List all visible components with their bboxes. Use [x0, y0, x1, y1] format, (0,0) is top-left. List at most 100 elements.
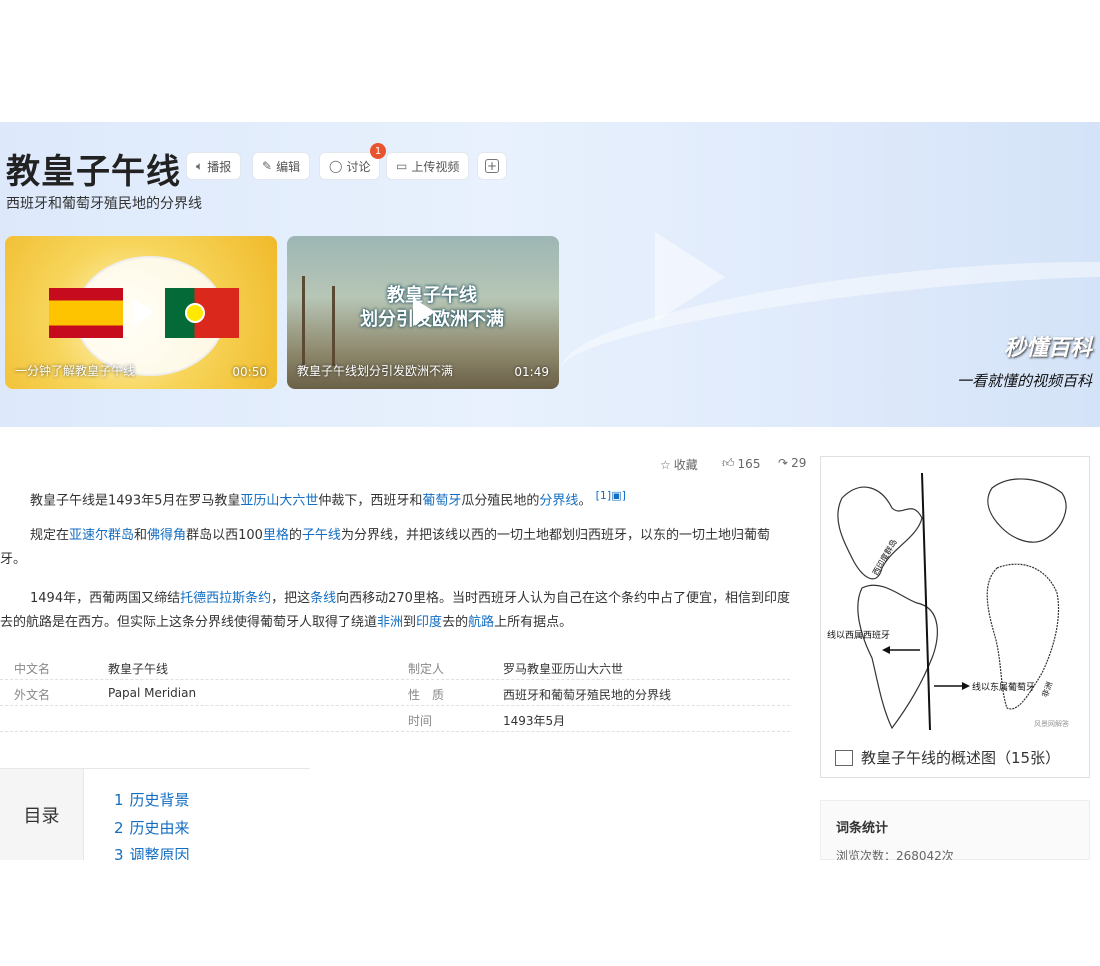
discuss-badge: 1: [370, 143, 386, 159]
link-azores[interactable]: 亚速尔群岛: [69, 528, 134, 543]
edit-button[interactable]: ✎ 编辑: [252, 152, 311, 180]
infobox-key: 性 质: [408, 688, 445, 702]
link-meridian[interactable]: 子午线: [302, 528, 341, 543]
page-subtitle: 西班牙和葡萄牙殖民地的分界线: [6, 196, 202, 212]
portugal-flag: [165, 288, 239, 338]
link-route[interactable]: 航路: [468, 615, 494, 630]
share-icon: ↷: [778, 456, 789, 470]
infobox-row: 中文名 教皇子午线 制定人 罗马教皇亚历山大六世: [0, 654, 790, 680]
map-label-east: 线以东属葡萄牙: [972, 681, 1035, 693]
toc-number: 1: [114, 791, 124, 809]
map-image: 线以西属西班牙 线以东属葡萄牙 西印度群岛 非洲 风景网解答: [822, 458, 1088, 736]
infobox-value: Papal Meridian: [108, 686, 197, 700]
like-count: 165: [737, 456, 761, 471]
link-africa[interactable]: 非洲: [377, 615, 403, 630]
infobox-row: 时间 1493年5月: [0, 706, 790, 732]
upload-video-button[interactable]: ▭ 上传视频: [386, 152, 470, 180]
infobox-key: 制定人: [408, 662, 445, 676]
video-caption: 一分钟了解教皇子午线: [15, 364, 136, 378]
text: ，把这: [271, 591, 311, 606]
album-card[interactable]: 线以西属西班牙 线以东属葡萄牙 西印度群岛 非洲 风景网解答 教皇子午线的概述图…: [820, 456, 1090, 778]
brand-slogan: 一看就懂的视频百科: [956, 372, 1092, 390]
link-league[interactable]: 里格: [263, 528, 289, 543]
link-cape-verde[interactable]: 佛得角: [147, 528, 186, 543]
text: 仲裁下，西班牙和: [318, 493, 423, 509]
video-duration: 01:49: [514, 365, 549, 379]
infobox-row: 外文名 Papal Meridian 性 质 西班牙和葡萄牙殖民地的分界线: [0, 680, 790, 706]
reference-number: [1]: [595, 489, 612, 502]
infobox-key: 时间: [408, 714, 433, 728]
west-arrowhead: [882, 646, 890, 654]
banner-triangle: [655, 232, 725, 322]
add-button[interactable]: +: [477, 152, 507, 180]
spain-flag: [49, 288, 123, 338]
map-label-indies: 西印度群岛: [870, 537, 899, 577]
paragraph-2: 规定在亚速尔群岛和佛得角群岛以西100里格的子午线为分界线，并把该线以西的一切土…: [0, 524, 790, 572]
text: 群岛以西100: [186, 528, 263, 543]
text: 。: [578, 493, 592, 509]
link-boundary[interactable]: 分界线: [539, 493, 578, 508]
broadcast-label: 播报: [207, 159, 232, 174]
upload-video-label: 上传视频: [411, 159, 460, 174]
toc-label: 目录: [0, 769, 84, 861]
text: 瓜分殖民地的: [461, 493, 540, 509]
link-alexander-vi[interactable]: 亚历山大六世: [240, 493, 318, 508]
gallery-icon: [835, 749, 853, 766]
link-tordesillas[interactable]: 托德西拉斯条约: [180, 591, 271, 606]
table-of-contents: 目录 1 历史背景 2 历史由来 3 调整原因: [0, 768, 310, 864]
like-action[interactable]: 👍︎ 165: [722, 456, 760, 471]
video-caption: 教皇子午线划分引发欧洲不满: [297, 364, 454, 378]
play-icon[interactable]: [133, 298, 155, 326]
infobox-key: 中文名: [14, 662, 51, 676]
share-action[interactable]: ↷ 29: [778, 456, 806, 470]
image-icon: ▣: [611, 489, 622, 502]
toc-text: 历史由来: [129, 819, 190, 837]
share-count: 29: [791, 456, 807, 470]
text: 和: [134, 528, 148, 543]
album-caption[interactable]: 教皇子午线的概述图（15张）: [835, 747, 1060, 768]
ship-mast: [332, 286, 335, 366]
paragraph-1: 教皇子午线是1493年5月在罗马教皇亚历山大六世仲裁下，西班牙和葡萄牙瓜分殖民地…: [0, 484, 790, 513]
map-label-africa: 非洲: [1039, 680, 1054, 698]
chat-icon: ◯: [329, 159, 343, 173]
video-card-2[interactable]: 教皇子午线 划分引发欧洲不满 教皇子午线划分引发欧洲不满 01:49: [287, 236, 559, 389]
toc-item-2[interactable]: 2 历史由来: [114, 817, 190, 838]
page-title: 教皇子午线: [6, 152, 181, 192]
map-watermark: 风景网解答: [1034, 719, 1069, 728]
link-india[interactable]: 印度: [416, 615, 442, 630]
infobox-value: 教皇子午线: [108, 662, 169, 676]
toc-item-1[interactable]: 1 历史背景: [114, 789, 190, 810]
text: 教皇子午线是1493年5月在罗马教皇: [30, 493, 241, 509]
stats-title: 词条统计: [836, 821, 889, 836]
infobox-key: 外文名: [14, 688, 51, 702]
speaker-icon: 🔈︎: [196, 158, 204, 173]
edit-label: 编辑: [276, 159, 301, 174]
star-icon: ☆: [660, 457, 671, 472]
broadcast-button[interactable]: 🔈︎ 播报: [186, 152, 242, 180]
east-arrowhead: [962, 682, 970, 690]
play-icon[interactable]: [413, 298, 435, 326]
meridian-line: [921, 472, 931, 731]
text: 的: [288, 528, 302, 543]
text: 到: [403, 615, 417, 630]
link-portugal[interactable]: 葡萄牙: [422, 493, 461, 508]
thumbs-up-icon: 👍︎: [722, 456, 735, 470]
link-line[interactable]: 条线: [310, 591, 336, 606]
paragraph-3: 1494年，西葡两国又缔结托德西拉斯条约，把这条线向西移动270里格。当时西班牙…: [0, 587, 790, 635]
map-drawing: 线以西属西班牙 线以东属葡萄牙 西印度群岛 非洲 风景网解答: [827, 472, 1069, 731]
text: 1494年，西葡两国又缔结: [30, 591, 181, 606]
toc-number: 2: [114, 819, 124, 837]
text: 上所有据点。: [494, 615, 573, 630]
stats-card: 词条统计 浏览次数：268042次: [820, 800, 1090, 863]
reference-link[interactable]: [1]▣]: [596, 489, 626, 502]
top-blank: [0, 0, 1100, 122]
text: 去的: [442, 615, 469, 630]
video-card-1[interactable]: 一分钟了解教皇子午线 00:50: [5, 236, 277, 389]
flag-seal: [185, 303, 205, 323]
favorite-action[interactable]: ☆ 收藏: [660, 456, 698, 473]
album-caption-text: 教皇子午线的概述图（15张）: [861, 749, 1061, 767]
pencil-icon: ✎: [262, 159, 273, 173]
toc-text: 历史背景: [129, 791, 190, 809]
infobox-value: 1493年5月: [503, 714, 566, 728]
infobox-value: 西班牙和葡萄牙殖民地的分界线: [503, 688, 672, 702]
